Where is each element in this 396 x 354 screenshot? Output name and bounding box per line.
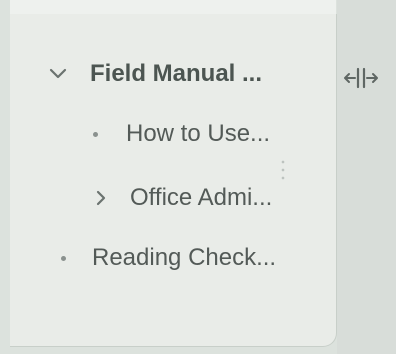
- splitter-area: [337, 0, 396, 354]
- bullet-icon: [90, 132, 100, 137]
- tree-item-office-admin[interactable]: Office Admi...: [92, 178, 272, 218]
- panel-top-edge: [10, 0, 336, 15]
- chevron-right-icon[interactable]: [92, 190, 110, 206]
- resize-horizontal-icon[interactable]: [340, 64, 382, 92]
- tree-item-reading-check[interactable]: Reading Check...: [58, 238, 276, 278]
- tree-item-field-manual[interactable]: Field Manual ...: [48, 54, 262, 94]
- tree-item-label: How to Use...: [126, 120, 271, 147]
- tree-item-label: Field Manual ...: [90, 60, 263, 87]
- tree-item-how-to-use[interactable]: How to Use...: [90, 114, 270, 154]
- tree-item-label: Office Admi...: [130, 184, 273, 211]
- bullet-icon: [58, 256, 68, 261]
- chevron-down-icon[interactable]: [48, 68, 68, 80]
- navigation-pane: Field Manual ... How to Use... Office Ad…: [0, 0, 396, 354]
- tree-item-label: Reading Check...: [92, 244, 277, 271]
- scroll-hint: [281, 156, 285, 180]
